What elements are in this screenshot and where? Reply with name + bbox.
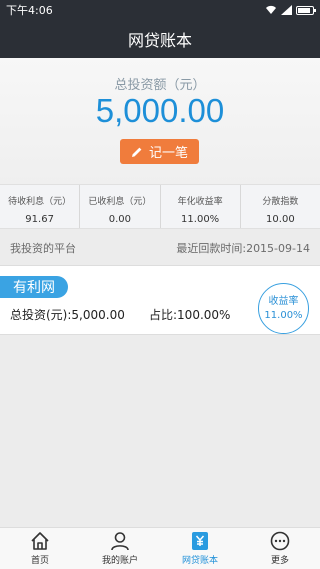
stat-label: 待收利息（元） [8,197,72,207]
stat-received-interest: 已收利息（元） 0.00 [80,185,161,228]
yield-value: 11.00% [264,309,303,321]
record-button[interactable]: 记一笔 [120,139,199,164]
stat-label: 分散指数 [262,197,299,207]
tab-label: 更多 [270,556,289,566]
platform-yield-badge: 收益率 11.00% [258,283,309,334]
tab-label: 首页 [30,556,49,566]
tab-more[interactable]: 更多 [240,528,320,569]
recent-repayment-time: 最近回款时间:2015-09-14 [176,242,310,255]
section-title: 我投资的平台 [10,242,76,255]
status-time: 下午4:06 [6,4,53,17]
status-bar: 下午4:06 [0,0,320,20]
app-bar: 网贷账本 [0,20,320,58]
page-title: 网贷账本 [127,31,192,50]
stats-row: 待收利息（元） 91.67 已收利息（元） 0.00 年化收益率 11.00% … [0,184,320,229]
stat-label: 已收利息（元） [88,197,152,207]
platforms-section-header: 我投资的平台 最近回款时间:2015-09-14 [0,236,320,260]
battery-icon [296,5,316,15]
tab-label: 网贷账本 [181,556,218,566]
ledger-icon [192,532,208,550]
status-icons [265,5,316,15]
stat-diversification-index: 分散指数 10.00 [241,185,320,228]
tab-ledger[interactable]: 网贷账本 [160,528,240,569]
stat-pending-interest: 待收利息（元） 91.67 [0,185,81,228]
platform-name: 有利网 [0,276,68,298]
investment-summary: 总投资额（元） 5,000.00 记一笔 [0,58,320,184]
platform-share: 占比:100.00% [149,308,231,322]
pencil-icon [131,147,142,157]
total-investment-amount: 5,000.00 [95,92,225,129]
more-icon [270,531,290,551]
wifi-icon [266,5,276,15]
platform-total-investment: 总投资(元):5,000.00 [10,308,125,322]
stat-value: 0.00 [108,214,131,225]
home-icon [31,532,49,550]
bottom-tab-bar: 首页 我的账户 网贷账本 更多 [0,527,320,569]
tab-label: 我的账户 [101,556,138,566]
stat-label: 年化收益率 [177,197,223,207]
total-investment-label: 总投资额（元） [114,78,206,93]
platform-card[interactable]: 有利网 总投资(元):5,000.00 占比:100.00% 收益率 11.00… [0,265,320,335]
stat-value: 10.00 [266,214,295,225]
tab-my-account[interactable]: 我的账户 [80,528,160,569]
record-button-label: 记一笔 [148,146,188,161]
user-icon [111,532,129,551]
tab-home[interactable]: 首页 [0,528,80,569]
stat-value: 11.00% [181,214,220,225]
yield-label: 收益率 [268,296,299,307]
stat-annual-yield: 年化收益率 11.00% [161,185,241,228]
stat-value: 91.67 [25,214,54,225]
signal-icon [281,5,292,15]
